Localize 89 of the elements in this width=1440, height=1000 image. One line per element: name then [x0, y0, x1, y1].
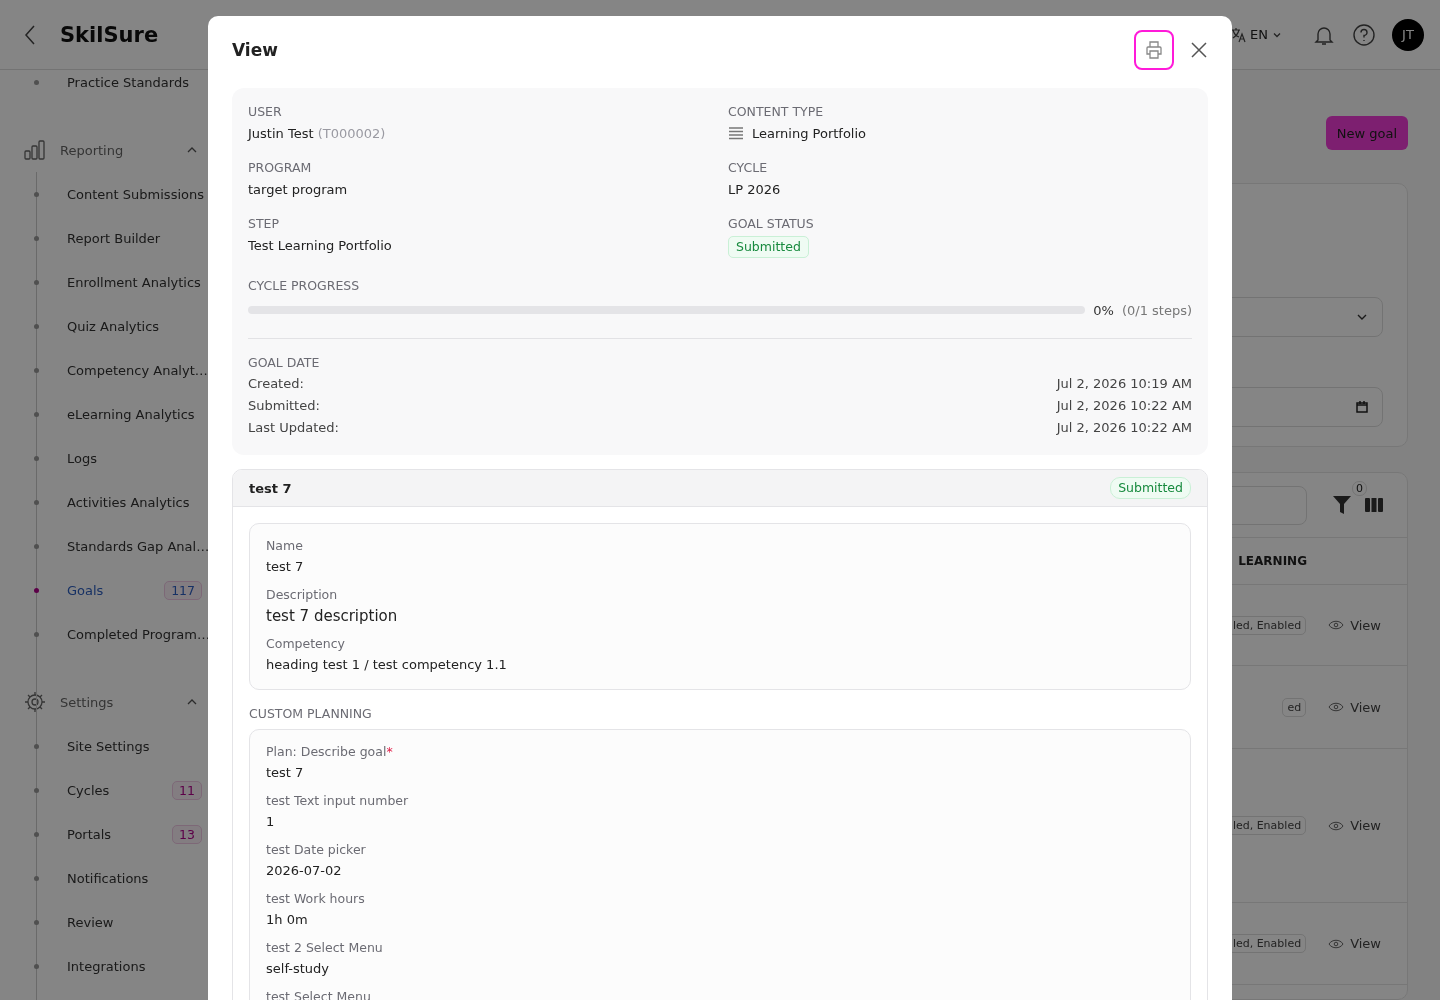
- sidebar-item[interactable]: Completed Program…: [24, 612, 208, 656]
- sidebar-item[interactable]: Cycles 11: [24, 768, 208, 812]
- field-value: test 7 description: [266, 606, 399, 626]
- gear-icon: [24, 691, 46, 713]
- logo[interactable]: SkilSure: [60, 22, 159, 47]
- field-label: test Work hours: [266, 891, 366, 907]
- columns-icon[interactable]: [1365, 498, 1383, 512]
- sidebar-item[interactable]: Competency Analyt…: [24, 348, 208, 392]
- print-button[interactable]: [1134, 30, 1174, 70]
- field-value: 1h 0m: [266, 911, 309, 929]
- status-badge: Submitted: [1110, 477, 1191, 499]
- date-value: Jul 2, 2026 10:22 AM: [1056, 419, 1192, 437]
- field-label: PROGRAM: [248, 160, 313, 176]
- eye-icon: [1328, 938, 1345, 949]
- view-link[interactable]: View: [1328, 818, 1381, 833]
- eye-icon: [1328, 620, 1345, 630]
- date-label: Last Updated:: [248, 419, 339, 437]
- view-link[interactable]: View: [1328, 936, 1381, 951]
- sidebar-item[interactable]: Content Submissions: [24, 172, 208, 216]
- field-label: CYCLE PROGRESS: [248, 278, 361, 294]
- count-badge: 11: [172, 780, 202, 800]
- status-tag: ed: [1282, 697, 1307, 717]
- field-value: 2026-07-02: [266, 862, 343, 880]
- status-badge: Submitted: [728, 236, 809, 258]
- count-badge: 13: [172, 824, 202, 844]
- field-value: self-study: [266, 960, 330, 978]
- field-label: test 2 Select Menu: [266, 940, 384, 956]
- field-label: STEP: [248, 216, 280, 232]
- sidebar-item[interactable]: Site Settings: [24, 724, 208, 768]
- field-label: test Date picker: [266, 842, 367, 858]
- field-label: Competency: [266, 636, 346, 652]
- progress-percent: 0%: [1093, 302, 1114, 318]
- dialog-title: View: [232, 40, 279, 60]
- sidebar-item[interactable]: eLearning Analytics: [24, 392, 208, 436]
- calendar-icon: [1356, 401, 1368, 413]
- printer-icon: [1145, 41, 1163, 59]
- field-label: GOAL DATE: [248, 355, 321, 371]
- help-icon[interactable]: [1352, 22, 1376, 47]
- eye-icon: [1328, 820, 1345, 831]
- column-header: LEARNING: [1238, 554, 1307, 568]
- sidebar-item[interactable]: Quiz Analytics: [24, 304, 208, 348]
- sidebar-item[interactable]: Goals 117: [24, 568, 208, 612]
- sidebar-item[interactable]: Integrations: [24, 944, 208, 988]
- field-label: GOAL STATUS: [728, 216, 815, 232]
- language-selector[interactable]: EN: [1250, 27, 1268, 42]
- view-link[interactable]: View: [1328, 699, 1381, 715]
- field-value: heading test 1 / test competency 1.1: [266, 656, 508, 674]
- content-type: Learning Portfolio: [752, 125, 867, 143]
- field-label: test Text input number: [266, 793, 410, 809]
- date-label: Submitted:: [248, 397, 320, 415]
- field-label: CONTENT TYPE: [728, 104, 825, 120]
- date-value: Jul 2, 2026 10:19 AM: [1056, 375, 1192, 393]
- progress-steps: (0/1 steps): [1121, 302, 1192, 318]
- translate-icon[interactable]: [1230, 26, 1247, 43]
- field-label: Name: [266, 538, 304, 554]
- field-value: test 7: [266, 558, 305, 576]
- field-value: test 7: [266, 764, 305, 782]
- field-value: LP 2026: [728, 181, 781, 199]
- sidebar-item[interactable]: Practice Standards: [24, 70, 208, 104]
- goal-title: test 7: [249, 480, 292, 496]
- date-value: Jul 2, 2026 10:22 AM: [1056, 397, 1192, 415]
- sidebar-item[interactable]: Enrollment Analytics: [24, 260, 208, 304]
- sidebar-item[interactable]: Notifications: [24, 856, 208, 900]
- section-title: CUSTOM PLANNING: [249, 706, 373, 721]
- list-icon: [728, 127, 744, 141]
- close-button[interactable]: [1190, 41, 1208, 59]
- user-avatar[interactable]: JT: [1392, 18, 1424, 51]
- field-value: Test Learning Portfolio: [248, 237, 392, 255]
- sidebar-item[interactable]: Logs: [24, 436, 208, 480]
- sidebar-item[interactable]: Report Builder: [24, 216, 208, 260]
- sidebar-item[interactable]: Standards Gap Anal…: [24, 524, 208, 568]
- filter-icon[interactable]: [1333, 495, 1351, 515]
- back-icon[interactable]: [24, 24, 36, 45]
- field-label: USER: [248, 104, 283, 120]
- sidebar-item[interactable]: Activities Analytics: [24, 480, 208, 524]
- bar-chart-icon: [24, 140, 46, 160]
- date-label: Created:: [248, 375, 304, 393]
- field-value: target program: [248, 181, 348, 199]
- eye-icon: [1328, 702, 1345, 712]
- view-link[interactable]: View: [1328, 617, 1381, 633]
- user-name: Justin Test (T000002): [248, 125, 386, 143]
- sidebar-item[interactable]: Review: [24, 900, 208, 944]
- count-badge: 117: [164, 580, 202, 600]
- field-value: 1: [266, 813, 276, 831]
- sidebar-item[interactable]: Portals 13: [24, 812, 208, 856]
- field-label: CYCLE: [728, 160, 769, 176]
- field-label: Plan: Describe goal*: [266, 744, 394, 760]
- filter-count: 0: [1352, 481, 1367, 496]
- field-label: Description: [266, 587, 339, 603]
